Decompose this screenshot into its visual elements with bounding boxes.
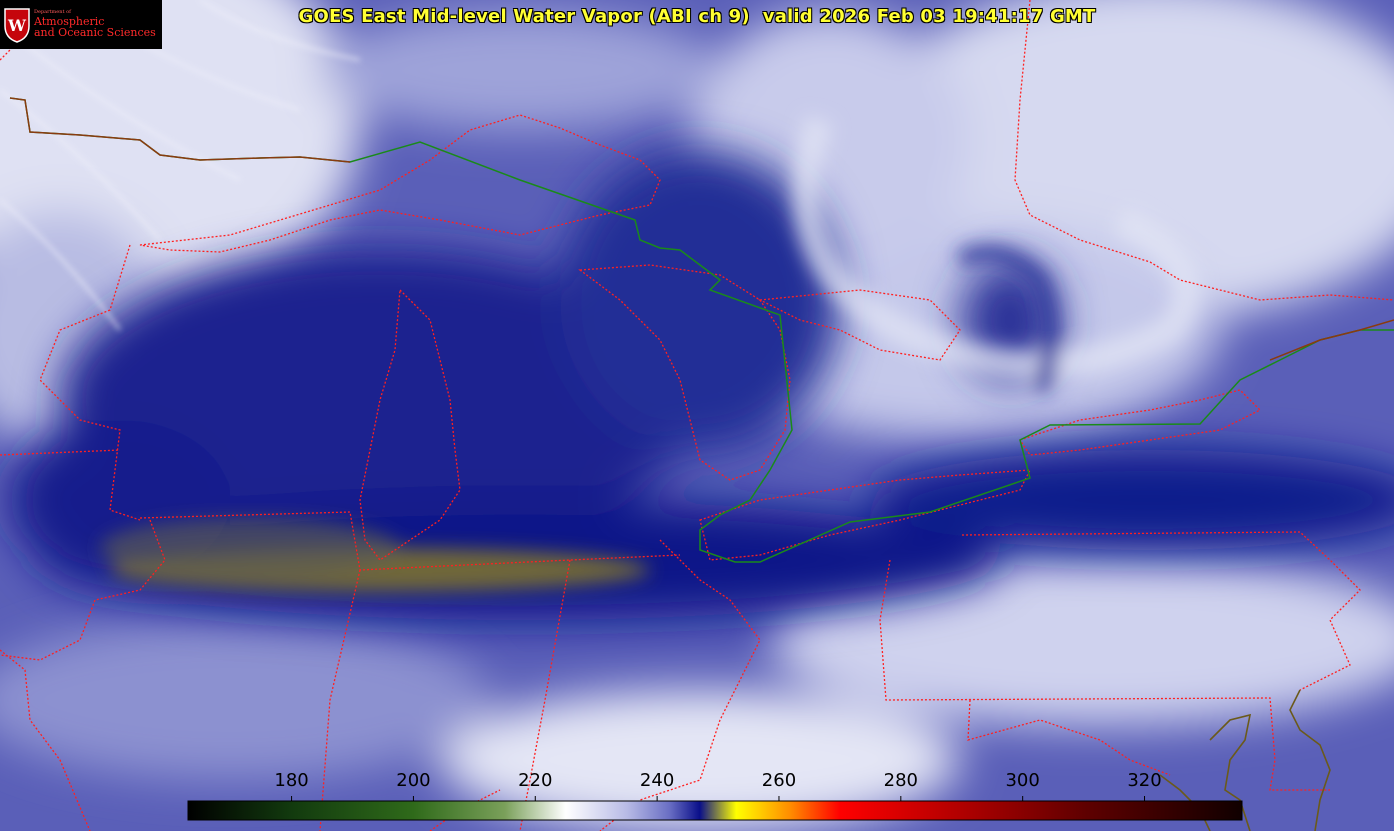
colorbar-tick-label: 260 [761,770,797,791]
water-vapor-imagery [0,0,1394,831]
satellite-map-view: W Department of Atmospheric and Oceanic … [0,0,1394,831]
colorbar-tick-label: 280 [883,770,918,791]
colorbar-gradient [187,800,1243,821]
colorbar-tick-label: 240 [639,770,675,791]
image-title: GOES East Mid-level Water Vapor (ABI ch … [298,6,1096,27]
logo-line2: and Oceanic Sciences [34,26,156,40]
colorbar-tick-label: 320 [1127,770,1162,791]
colorbar-labels: 180 200 220 240 260 280 300 320 [0,770,1394,794]
colorbar-tick-label: 200 [396,770,431,791]
colorbar-tick-label: 220 [518,770,553,791]
colorbar-tick-label: 180 [274,770,309,791]
colorbar-tick-label: 300 [1005,770,1040,791]
